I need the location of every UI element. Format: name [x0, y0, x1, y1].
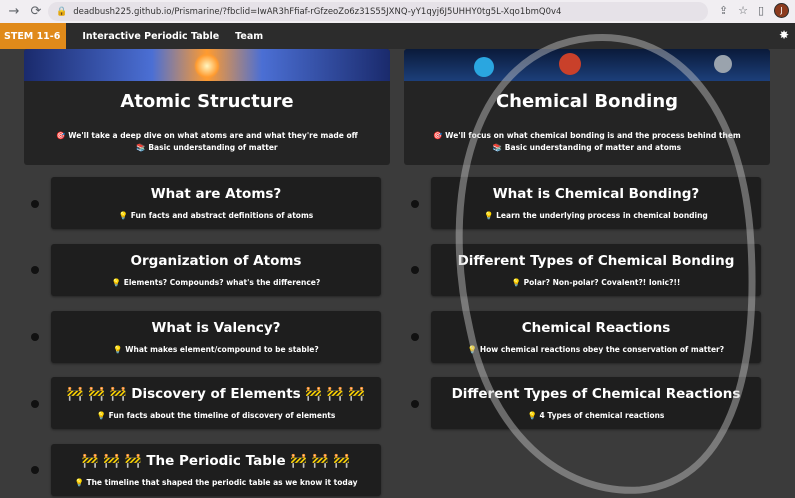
card-subtitle-text: How chemical reactions obey the conserva… [479, 345, 725, 354]
lightbulb-icon: 💡 [118, 211, 129, 220]
forward-arrow-icon[interactable]: → [6, 4, 22, 19]
lesson-card-what-is-chemical-bonding[interactable]: What is Chemical Bonding? 💡 Learn the un… [431, 177, 761, 229]
lesson-card-what-is-valency[interactable]: What is Valency? 💡 What makes element/co… [51, 311, 381, 363]
lightbulb-icon: 💡 [527, 411, 537, 420]
hero-image-molecule [404, 49, 770, 81]
card-subtitle: 💡 The timeline that shaped the periodic … [51, 478, 381, 487]
card-title: 🚧 🚧 🚧 Discovery of Elements 🚧 🚧 🚧 [66, 386, 366, 402]
card-subtitle-text: Learn the underlying process in chemical… [496, 211, 708, 220]
browser-toolbar: → ⟳ 🔒 deadbush225.github.io/Prismarine/?… [0, 0, 795, 23]
hero-card-chemical-bonding[interactable]: Chemical Bonding 🎯 We'll focus on what c… [404, 49, 770, 165]
card-subtitle-text: Polar? Non-polar? Covalent?! Ionic?!! [523, 278, 681, 287]
timeline-bullet [411, 333, 419, 341]
lesson-card-organization-of-atoms[interactable]: Organization of Atoms 💡 Elements? Compou… [51, 244, 381, 296]
lesson-card-chemical-reactions[interactable]: Chemical Reactions 💡 How chemical reacti… [431, 311, 761, 363]
hero-title: Chemical Bonding [495, 91, 679, 112]
card-title: What are Atoms? [150, 186, 282, 202]
address-bar[interactable]: 🔒 deadbush225.github.io/Prismarine/?fbcl… [48, 2, 708, 21]
lesson-card-types-of-chemical-reactions[interactable]: Different Types of Chemical Reactions 💡 … [431, 377, 761, 429]
card-subtitle-text: Elements? Compounds? what's the differen… [123, 278, 321, 287]
hero-goal: 🎯 We'll take a deep dive on what atoms a… [56, 131, 358, 140]
profile-avatar[interactable]: J [774, 3, 789, 18]
card-title: Organization of Atoms [130, 253, 302, 269]
nav-link-team[interactable]: Team [235, 31, 263, 42]
lock-icon: 🔒 [56, 6, 68, 17]
card-subtitle-text: 4 Types of chemical reactions [539, 411, 665, 420]
url-text: deadbush225.github.io/Prismarine/?fbclid… [73, 6, 562, 17]
card-title: What is Valency? [151, 320, 281, 336]
hero-title: Atomic Structure [120, 91, 294, 112]
card-subtitle: 💡 How chemical reactions obey the conser… [431, 345, 761, 354]
card-subtitle-text: The timeline that shaped the periodic ta… [86, 478, 358, 487]
card-subtitle: 💡 4 Types of chemical reactions [431, 411, 761, 420]
reload-icon[interactable]: ⟳ [28, 4, 44, 19]
card-title: Different Types of Chemical Reactions [451, 386, 741, 402]
hero-description: 🎯 We'll focus on what chemical bonding i… [404, 130, 770, 154]
card-subtitle: 💡 Fun facts about the timeline of discov… [51, 411, 381, 420]
card-subtitle-text: Fun facts and abstract definitions of at… [130, 211, 314, 220]
card-subtitle: 💡 Fun facts and abstract definitions of … [51, 211, 381, 220]
timeline-bullet [411, 200, 419, 208]
hero-prereq: 📚 Basic understanding of matter and atom… [492, 143, 682, 152]
sidepanel-icon[interactable]: ▯ [758, 4, 764, 17]
lightbulb-icon: 💡 [467, 345, 478, 354]
card-subtitle: 💡 Learn the underlying process in chemic… [431, 211, 761, 220]
nav-link-periodic-table[interactable]: Interactive Periodic Table [82, 31, 219, 42]
share-icon[interactable]: ⇪ [719, 4, 728, 17]
card-subtitle-text: Fun facts about the timeline of discover… [108, 411, 336, 420]
lightbulb-icon: 💡 [113, 345, 123, 354]
lesson-card-the-periodic-table[interactable]: 🚧 🚧 🚧 The Periodic Table 🚧 🚧 🚧 💡 The tim… [51, 444, 381, 496]
lesson-card-types-of-chemical-bonding[interactable]: Different Types of Chemical Bonding 💡 Po… [431, 244, 761, 296]
hero-image-atom [24, 49, 390, 81]
lesson-card-what-are-atoms[interactable]: What are Atoms? 💡 Fun facts and abstract… [51, 177, 381, 229]
hero-description: 🎯 We'll take a deep dive on what atoms a… [24, 130, 390, 154]
hero-card-atomic-structure[interactable]: Atomic Structure 🎯 We'll take a deep div… [24, 49, 390, 165]
lightbulb-icon: 💡 [96, 411, 106, 420]
timeline-bullet [31, 333, 39, 341]
timeline-bullet [31, 400, 39, 408]
hero-prereq: 📚 Basic understanding of matter [136, 143, 278, 152]
card-title: 🚧 🚧 🚧 The Periodic Table 🚧 🚧 🚧 [81, 453, 351, 469]
card-subtitle: 💡 Elements? Compounds? what's the differ… [51, 278, 381, 287]
card-subtitle: 💡 Polar? Non-polar? Covalent?! Ionic?!! [431, 278, 761, 287]
brand-logo[interactable]: STEM 11-6 [0, 23, 67, 49]
site-navbar: STEM 11-6 Interactive Periodic Table Tea… [0, 23, 795, 49]
lightbulb-icon: 💡 [511, 278, 521, 287]
lightbulb-icon: 💡 [74, 478, 84, 487]
timeline-bullet [31, 200, 39, 208]
lesson-card-discovery-of-elements[interactable]: 🚧 🚧 🚧 Discovery of Elements 🚧 🚧 🚧 💡 Fun … [51, 377, 381, 429]
timeline-bullet [411, 266, 419, 274]
timeline-bullet [31, 266, 39, 274]
timeline-bullet [411, 400, 419, 408]
card-title: What is Chemical Bonding? [492, 186, 700, 202]
timeline-bullet [31, 466, 39, 474]
lightbulb-icon: 💡 [111, 278, 122, 287]
star-icon[interactable]: ☆ [738, 4, 748, 17]
hero-goal: 🎯 We'll focus on what chemical bonding i… [433, 131, 741, 140]
card-title: Chemical Reactions [521, 320, 671, 336]
card-subtitle-text: What makes element/compound to be stable… [125, 345, 319, 354]
card-subtitle: 💡 What makes element/compound to be stab… [51, 345, 381, 354]
card-title: Different Types of Chemical Bonding [457, 253, 735, 269]
settings-gear-icon[interactable]: ✸ [779, 28, 789, 42]
lightbulb-icon: 💡 [484, 211, 494, 220]
